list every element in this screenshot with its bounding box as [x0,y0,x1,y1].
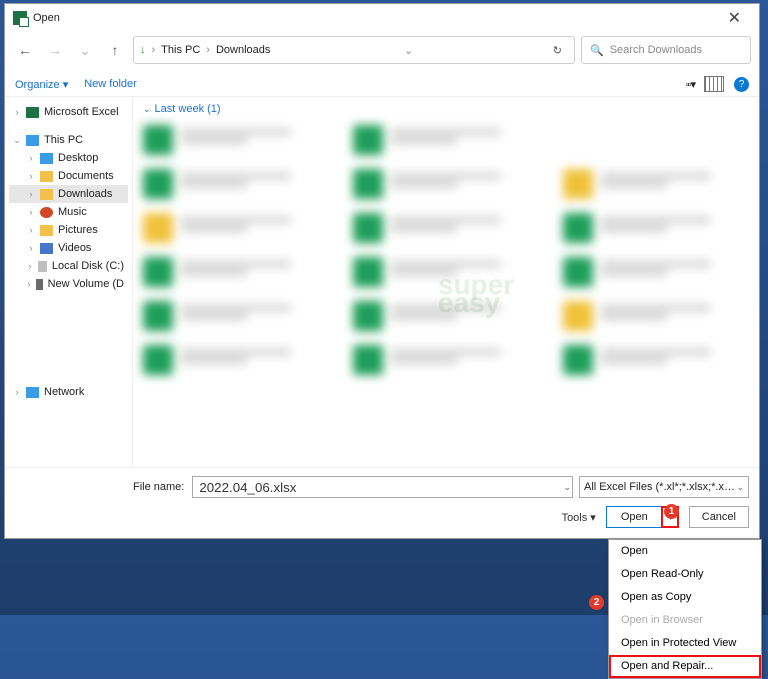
dialog-body: ›Microsoft Excel ⌄This PC ›Desktop ›Docu… [5,97,759,467]
tree-item-music[interactable]: ›Music [9,203,128,221]
menu-open[interactable]: Open [609,540,761,563]
file-item[interactable] [143,213,329,243]
file-item[interactable] [353,169,539,199]
address-dropdown-icon[interactable]: ⌄ [400,44,417,57]
file-list[interactable]: ⌄Last week (1) sup [133,97,759,467]
music-icon [40,207,53,218]
file-item[interactable] [143,169,329,199]
search-input[interactable]: 🔍 Search Downloads [581,36,751,64]
address-bar[interactable]: ↓ › This PC › Downloads ⌄ ↻ [133,36,575,64]
tree-item-videos[interactable]: ›Videos [9,239,128,257]
excel-icon [26,107,39,118]
menu-open-readonly[interactable]: Open Read-Only [609,563,761,586]
breadcrumb-separator: › [206,44,210,56]
breadcrumb-folder[interactable]: Downloads [216,44,270,56]
tree-item-documents[interactable]: ›Documents [9,167,128,185]
menu-open-in-browser: Open in Browser [609,609,761,632]
refresh-button[interactable]: ↻ [547,44,568,57]
open-button[interactable]: Open [607,507,662,527]
file-tiles [143,125,749,375]
filename-dropdown-icon[interactable]: ⌄ [563,482,571,493]
tree-item-thispc[interactable]: ⌄This PC [9,131,128,149]
download-icon: ↓ [140,44,146,56]
open-dropdown-menu: Open Open Read-Only Open as Copy Open in… [608,539,762,679]
dialog-footer: File name: ⌄ All Excel Files (*.xl*;*.xl… [5,467,759,538]
titlebar: Open ✕ [5,4,759,32]
file-item[interactable] [563,169,749,199]
dialog-title: Open [33,12,60,24]
file-item[interactable] [563,301,749,331]
disk-icon [38,261,47,272]
tree-item-newvolume[interactable]: ›New Volume (D [9,275,128,293]
open-dialog: Open ✕ ← → ⌄ ↑ ↓ › This PC › Downloads ⌄… [4,3,760,539]
tree-item-desktop[interactable]: ›Desktop [9,149,128,167]
file-item[interactable] [143,345,329,375]
pc-icon [26,135,39,146]
tools-button[interactable]: Tools ▾ [562,511,596,524]
file-item[interactable] [563,345,749,375]
nav-row: ← → ⌄ ↑ ↓ › This PC › Downloads ⌄ ↻ 🔍 Se… [5,32,759,72]
preview-pane-button[interactable] [704,76,724,92]
cancel-button[interactable]: Cancel [689,506,749,528]
file-item[interactable] [143,301,329,331]
close-button[interactable]: ✕ [718,6,751,30]
filename-input[interactable] [192,476,573,498]
folder-tree: ›Microsoft Excel ⌄This PC ›Desktop ›Docu… [5,97,133,467]
file-item[interactable] [353,257,539,287]
back-button[interactable]: ← [13,38,37,62]
file-item[interactable] [353,125,539,155]
disk-icon [36,279,43,290]
annotation-marker-2: 2 [589,595,604,610]
forward-button[interactable]: → [43,38,67,62]
menu-open-and-repair[interactable]: Open and Repair... [609,655,761,678]
file-item[interactable] [143,125,329,155]
annotation-marker-1: 1 [664,504,679,519]
file-item[interactable] [353,345,539,375]
pictures-icon [40,225,53,236]
file-item[interactable] [143,257,329,287]
filename-label: File name: [133,481,184,493]
tree-item-network[interactable]: ›Network [9,383,128,401]
tree-item-localdisk[interactable]: ›Local Disk (C:) [9,257,128,275]
menu-open-protected[interactable]: Open in Protected View [609,632,761,655]
folder-icon [40,189,53,200]
new-folder-button[interactable]: New folder [84,78,137,90]
breadcrumb-root[interactable]: This PC [161,44,200,56]
organize-button[interactable]: Organize ▾ [15,78,68,91]
group-header[interactable]: ⌄Last week (1) [143,103,749,115]
tree-item-pictures[interactable]: ›Pictures [9,221,128,239]
tree-item-downloads[interactable]: ›Downloads [9,185,128,203]
view-options-icon[interactable]: ▫▫ ▾ [686,78,694,91]
recent-chevron-icon[interactable]: ⌄ [73,38,97,62]
menu-open-as-copy[interactable]: Open as Copy [609,586,761,609]
network-icon [26,387,39,398]
desktop-icon [40,153,53,164]
breadcrumb-separator: › [152,44,156,56]
search-icon: 🔍 [590,44,604,57]
videos-icon [40,243,53,254]
folder-icon [40,171,53,182]
file-item[interactable] [563,257,749,287]
tree-item-excel[interactable]: ›Microsoft Excel [9,103,128,121]
toolbar: Organize ▾ New folder ▫▫ ▾ ? [5,72,759,97]
file-item[interactable] [353,213,539,243]
search-placeholder: Search Downloads [610,44,702,56]
excel-icon [13,11,27,25]
file-item[interactable] [353,301,539,331]
up-button[interactable]: ↑ [103,38,127,62]
file-type-select[interactable]: All Excel Files (*.xl*;*.xlsx;*.xlsm⌄ [579,476,749,498]
help-button[interactable]: ? [734,77,749,92]
file-item[interactable] [563,213,749,243]
